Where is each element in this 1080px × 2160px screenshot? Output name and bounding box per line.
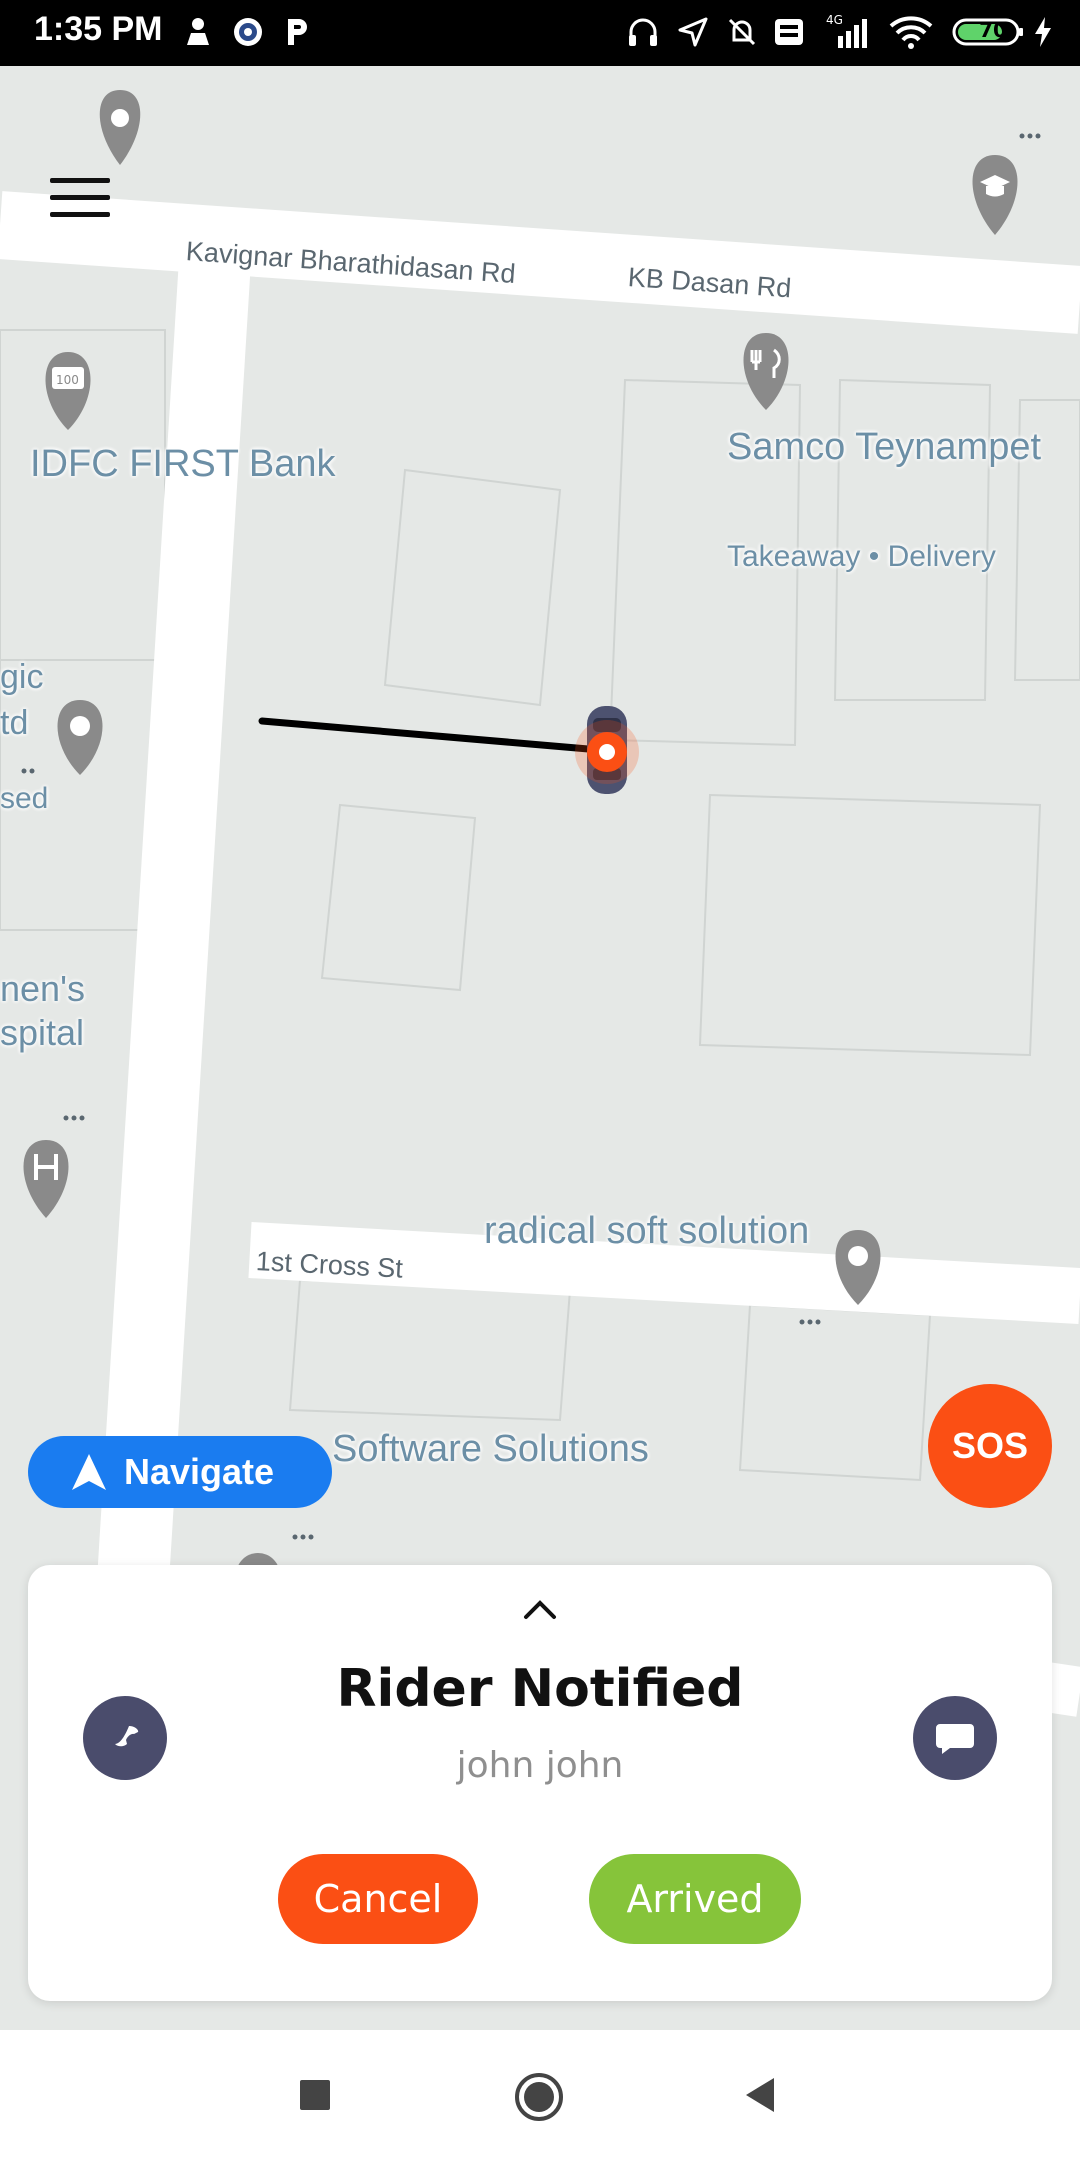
svg-text:100: 100 [56,373,79,387]
menu-bar [50,178,110,183]
call-button[interactable] [83,1696,167,1780]
emblem-icon [230,12,266,52]
navigate-label: Navigate [124,1451,275,1492]
chat-bubble-icon [936,1724,974,1754]
back-icon[interactable] [742,2076,778,2114]
volte-icon [772,12,806,52]
poi-label: sed [0,782,49,815]
rider-status-card: Rider Notified john john Cancel Arrived [28,1565,1052,2001]
parking-app-icon [282,12,312,52]
poi-label: radical soft solution [484,1210,810,1252]
poi-label: IDFC FIRST Bank [30,443,336,485]
arrived-button[interactable]: Arrived [589,1854,801,1944]
sos-label: SOS [951,1425,1029,1466]
muted-bell-icon [724,12,760,52]
status-time: 1:35 PM [34,10,163,48]
bank-pin-icon[interactable]: 100 [45,352,91,430]
map-person-icon [180,12,216,52]
status-bar: 1:35 PM 4G 70 [0,0,1080,66]
phone-icon [115,1726,139,1747]
chevron-up-icon[interactable] [518,1595,562,1623]
map-pin-icon[interactable] [57,700,103,775]
poi-label: Software Solutions [332,1428,649,1470]
poi-label: gic [0,658,44,696]
school-pin-icon[interactable] [972,155,1018,235]
message-button[interactable] [913,1696,997,1780]
rider-name: john john [456,1745,624,1786]
poi-label: Takeaway • Delivery [727,540,996,573]
recent-apps-icon[interactable] [298,2078,332,2112]
menu-button[interactable] [50,178,110,226]
poi-label: spital [0,1012,85,1053]
signal-icon: 4G [816,12,876,52]
poi-label: td [0,704,29,742]
navigate-button[interactable]: Navigate [28,1436,332,1508]
poi-label: nen's [0,968,85,1009]
location-arrow-icon [676,12,710,52]
sos-button[interactable]: SOS [928,1384,1052,1508]
svg-text:4G: 4G [826,13,843,27]
battery-level: 70 [979,18,1007,42]
wifi-icon [886,12,936,52]
hospital-pin-icon[interactable] [23,1140,69,1218]
home-icon[interactable] [514,2072,564,2122]
menu-bar [50,212,110,217]
headphones-icon [626,12,660,52]
card-title: Rider Notified [336,1659,744,1719]
navigation-arrow-icon [72,1454,106,1490]
menu-bar [50,195,110,200]
restaurant-pin-icon[interactable] [743,333,789,410]
system-navigation-bar [0,2030,1080,2160]
cancel-button[interactable]: Cancel [278,1854,478,1944]
map-pin-icon[interactable] [99,90,141,165]
poi-label: Samco Teynampet [727,426,1042,468]
charging-icon [1030,12,1056,52]
